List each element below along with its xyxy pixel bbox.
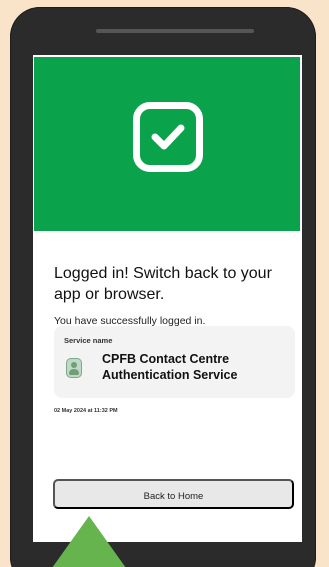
green-triangle-marker [52,516,126,567]
service-name-value: CPFB Contact Centre Authentication Servi… [102,352,238,382]
service-card: Service name CPFB Contact Centre Authent… [54,326,295,398]
service-name-label: Service name [64,336,113,345]
screenshot-scene: Logged in! Switch back to your app or br… [0,0,329,567]
back-to-home-button[interactable]: Back to Home [53,479,294,509]
login-timestamp: 02 May 2024 at 11:32 PM [54,408,118,414]
check-icon [133,102,203,172]
success-banner [34,57,300,231]
page-title: Logged in! Switch back to your app or br… [54,264,272,303]
service-avatar-icon [66,358,82,378]
phone-speaker [96,29,254,33]
login-success-screen: Logged in! Switch back to your app or br… [33,55,302,542]
